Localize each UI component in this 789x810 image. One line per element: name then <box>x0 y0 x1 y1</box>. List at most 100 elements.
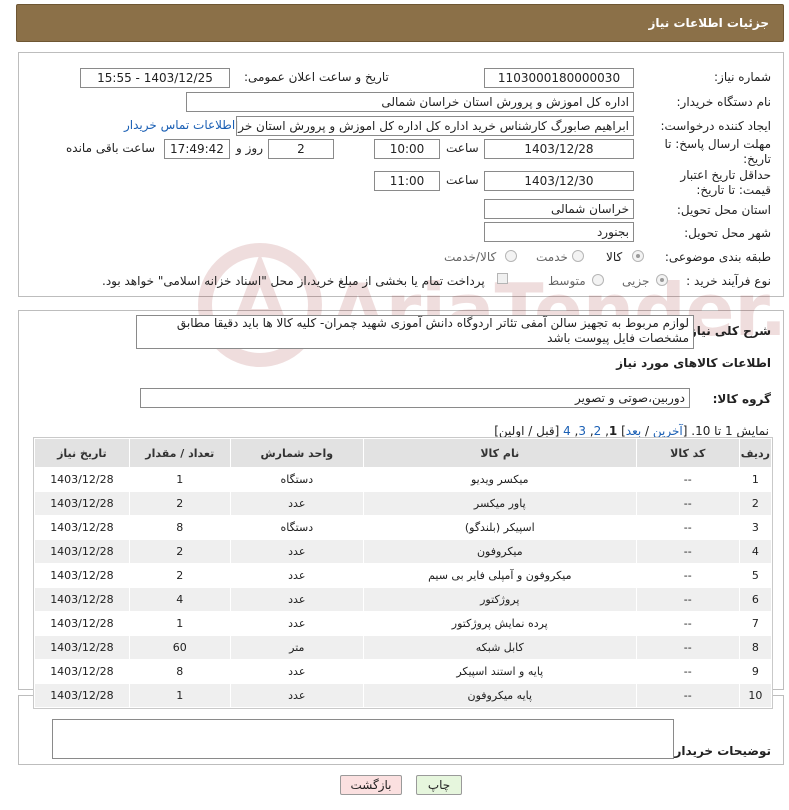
table-row: 10 -- پایه میکروفون عدد 1 1403/12/28 <box>34 683 773 708</box>
purchase-option-medium: متوسط <box>548 274 586 288</box>
items-table-header: ردیف کد کالا نام کالا واحد شمارش تعداد /… <box>34 438 773 468</box>
items-table-wrapper: ردیف کد کالا نام کالا واحد شمارش تعداد /… <box>33 437 773 709</box>
cell-item-name: میکروفون و آمپلی فایر بی سیم <box>362 563 637 588</box>
cell-item-code: -- <box>635 587 740 612</box>
cell-need-date: 1403/12/28 <box>34 563 130 588</box>
cell-item-code: -- <box>635 491 740 516</box>
cell-row-number: 9 <box>738 659 773 684</box>
cell-item-name: پرده نمایش پروژکتور <box>362 611 637 636</box>
print-button[interactable]: چاپ <box>416 775 462 795</box>
buyer-contact-link[interactable]: اطلاعات تماس خریدار <box>124 118 235 132</box>
col-row: ردیف <box>738 438 773 468</box>
cell-quantity: 1 <box>128 467 231 492</box>
cell-need-date: 1403/12/28 <box>34 515 130 540</box>
category-radio-goods[interactable] <box>632 250 644 262</box>
remaining-time-label: ساعت باقی مانده <box>66 141 156 155</box>
requester-field[interactable]: ابراهیم صابورگ کارشناس خرید اداره کل ادا… <box>236 116 634 136</box>
cell-need-date: 1403/12/28 <box>34 587 130 612</box>
treasury-payment-checkbox[interactable] <box>497 273 508 284</box>
category-option-service: خدمت <box>536 250 568 264</box>
pagination-suffix: [قبل / اولین] <box>494 424 564 438</box>
description-textarea[interactable]: لوازم مربوط به تجهیز سالن آمفی تئاتر ارد… <box>136 315 694 349</box>
remaining-days-field[interactable]: 2 <box>268 139 334 159</box>
cell-item-name: اسپیکر (بلندگو) <box>362 515 637 540</box>
description-label: شرح کلی نیاز: <box>685 324 771 338</box>
cell-need-date: 1403/12/28 <box>34 635 130 660</box>
pagination-last-link[interactable]: آخرین <box>653 424 683 438</box>
cell-item-code: -- <box>635 515 740 540</box>
cell-unit: عدد <box>229 683 364 708</box>
reply-deadline-time-field[interactable]: 10:00 <box>374 139 440 159</box>
reply-time-label: ساعت <box>446 141 479 155</box>
table-row: 8 -- کابل شبکه متر 60 1403/12/28 <box>34 635 773 660</box>
pagination-next-link[interactable]: بعد <box>626 424 641 438</box>
cell-row-number: 7 <box>738 611 773 636</box>
remaining-time-field[interactable]: 17:49:42 <box>164 139 230 159</box>
need-number-field[interactable]: 1103000180000030 <box>484 68 634 88</box>
price-validity-date-field[interactable]: 1403/12/30 <box>484 171 634 191</box>
cell-row-number: 8 <box>738 635 773 660</box>
cell-item-code: -- <box>635 683 740 708</box>
goods-group-field[interactable]: دوربین،صوتی و تصویر <box>140 388 690 408</box>
cell-item-name: پروژکتور <box>362 587 637 612</box>
cell-item-code: -- <box>635 659 740 684</box>
delivery-province-label: استان محل تحویل: <box>676 203 771 217</box>
purchase-radio-minor[interactable] <box>656 274 668 286</box>
table-row: 1 -- میکسر ویدیو دستگاه 1 1403/12/28 <box>34 467 773 492</box>
category-radio-goods-service[interactable] <box>505 250 517 262</box>
reply-deadline-label: مهلت ارسال پاسخ: تا تاریخ: <box>664 137 771 166</box>
cell-item-code: -- <box>635 611 740 636</box>
cell-item-name: پایه و استند اسپیکر <box>362 659 637 684</box>
cell-need-date: 1403/12/28 <box>34 467 130 492</box>
cell-row-number: 1 <box>738 467 773 492</box>
table-row: 6 -- پروژکتور عدد 4 1403/12/28 <box>34 587 773 612</box>
cell-row-number: 5 <box>738 563 773 588</box>
pagination-page-3[interactable]: 3 <box>578 424 586 438</box>
cell-item-code: -- <box>635 539 740 564</box>
category-radio-service[interactable] <box>572 250 584 262</box>
price-validity-time-field[interactable]: 11:00 <box>374 171 440 191</box>
purchase-type-label: نوع فرآیند خرید : <box>686 274 771 288</box>
col-unit: واحد شمارش <box>229 438 364 468</box>
cell-need-date: 1403/12/28 <box>34 659 130 684</box>
category-label: طبقه بندی موضوعی: <box>664 250 771 264</box>
pagination-page-4[interactable]: 4 <box>563 424 571 438</box>
cell-unit: متر <box>229 635 364 660</box>
cell-quantity: 8 <box>128 515 231 540</box>
cell-need-date: 1403/12/28 <box>34 539 130 564</box>
cell-quantity: 1 <box>128 611 231 636</box>
panel-header: جزئیات اطلاعات نیاز <box>16 4 784 42</box>
pagination-comma-2: , <box>586 424 594 438</box>
table-row: 2 -- پاور میکسر عدد 2 1403/12/28 <box>34 491 773 516</box>
cell-row-number: 4 <box>738 539 773 564</box>
price-time-label: ساعت <box>446 173 479 187</box>
cell-need-date: 1403/12/28 <box>34 683 130 708</box>
cell-need-date: 1403/12/28 <box>34 491 130 516</box>
pagination-comma-1: , <box>601 424 609 438</box>
cell-unit: عدد <box>229 659 364 684</box>
cell-row-number: 10 <box>738 683 773 708</box>
announce-datetime-label: تاریخ و ساعت اعلان عمومی: <box>244 70 389 84</box>
pagination: نمایش 1 تا 10. [آخرین / بعد] 1, 2, 3, 4 … <box>494 424 769 438</box>
back-button[interactable]: بازگشت <box>340 775 402 795</box>
reply-deadline-date-field[interactable]: 1403/12/28 <box>484 139 634 159</box>
cell-quantity: 2 <box>128 563 231 588</box>
col-name: نام کالا <box>362 438 637 468</box>
pagination-sep: / <box>641 424 653 438</box>
announce-datetime-field[interactable]: 1403/12/25 - 15:55 <box>80 68 230 88</box>
buyer-notes-textarea[interactable] <box>52 719 674 759</box>
goods-section-title: اطلاعات کالاهای مورد نیاز <box>616 356 771 370</box>
cell-item-name: میکروفون <box>362 539 637 564</box>
page-title: جزئیات اطلاعات نیاز <box>648 16 769 30</box>
buyer-org-field[interactable]: اداره کل اموزش و پرورش استان خراسان شمال… <box>186 92 634 112</box>
pagination-pages-open: ] <box>617 424 626 438</box>
delivery-city-field[interactable]: بجنورد <box>484 222 634 242</box>
days-label: روز و <box>236 141 263 155</box>
cell-item-name: کابل شبکه <box>362 635 637 660</box>
table-row: 4 -- میکروفون عدد 2 1403/12/28 <box>34 539 773 564</box>
cell-item-name: پاور میکسر <box>362 491 637 516</box>
purchase-radio-medium[interactable] <box>592 274 604 286</box>
delivery-province-field[interactable]: خراسان شمالی <box>484 199 634 219</box>
cell-unit: دستگاه <box>229 467 364 492</box>
price-validity-label: حداقل تاریخ اعتبار قیمت: تا تاریخ: <box>680 168 771 197</box>
